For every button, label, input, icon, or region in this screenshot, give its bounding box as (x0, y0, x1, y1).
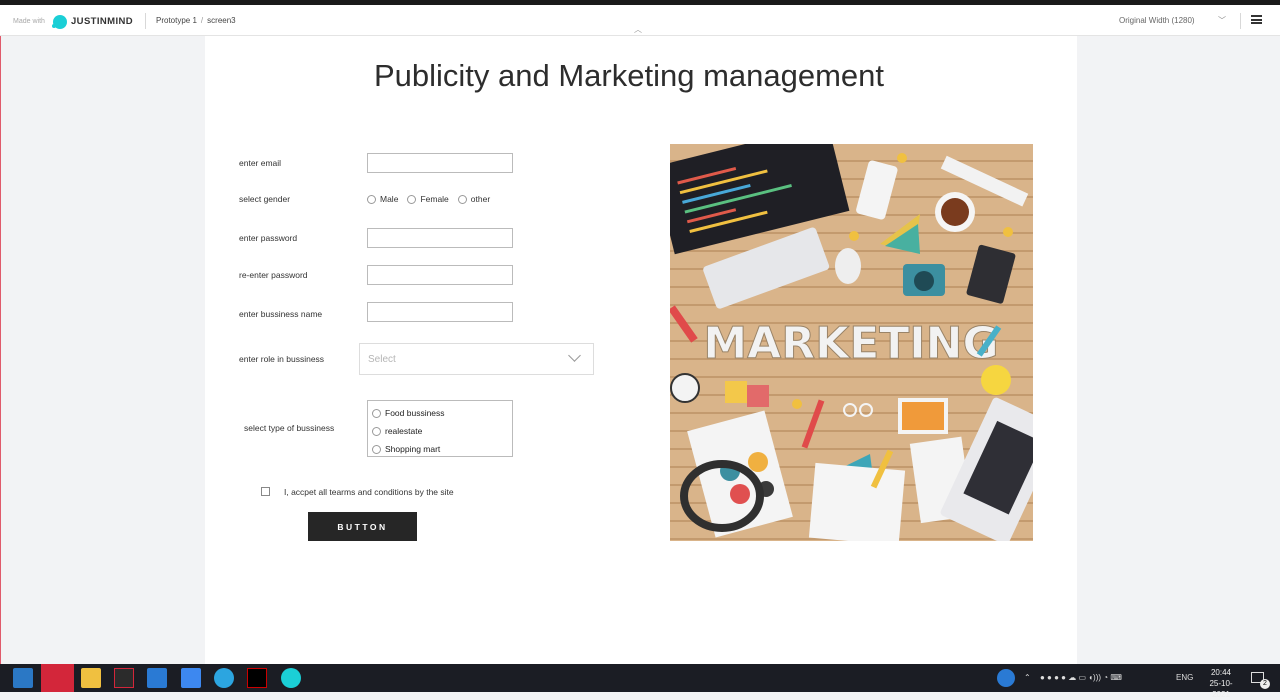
header-divider (1240, 13, 1241, 29)
window-edge (0, 36, 1, 664)
role-select-placeholder: Select (368, 354, 396, 365)
screen-canvas: Publicity and Marketing management enter… (205, 36, 1077, 664)
business-type-label: select type of bussiness (244, 423, 335, 433)
reenter-password-label: re-enter password (239, 270, 308, 280)
hamburger-menu-icon[interactable] (1251, 15, 1262, 24)
collapse-header-icon[interactable]: ︿ (634, 24, 642, 35)
business-name-input[interactable] (367, 302, 513, 322)
business-type-radio-list: Food bussiness realestate Shopping mart (367, 400, 513, 457)
business-type-option-label[interactable]: Shopping mart (385, 444, 440, 454)
clock-date: 25-10-2021 (1209, 679, 1233, 699)
justinmind-app-icon[interactable] (281, 668, 301, 688)
terms-label[interactable]: I, accpet all tearms and conditions by t… (284, 487, 454, 497)
reenter-password-input[interactable] (367, 265, 513, 285)
breadcrumb-screen[interactable]: screen3 (207, 16, 235, 25)
marketing-word: MARKETING (703, 318, 998, 369)
width-selector[interactable]: Original Width (1280) (1119, 16, 1195, 25)
breadcrumb-prototype[interactable]: Prototype 1 (156, 16, 197, 25)
netflix-icon[interactable] (247, 668, 267, 688)
brand-name[interactable]: JUSTINMIND (71, 16, 133, 27)
gender-label: select gender (239, 194, 291, 204)
system-clock[interactable]: 20:44 25-10-2021 (1201, 667, 1241, 700)
submit-button[interactable]: BUTTON (308, 512, 417, 541)
business-type-option[interactable]: Shopping mart (368, 440, 512, 458)
business-name-label: enter bussiness name (239, 309, 323, 319)
radio-icon[interactable] (372, 408, 381, 418)
gender-other-radio[interactable] (457, 194, 467, 204)
justinmind-logo-dot (52, 24, 56, 28)
business-type-option[interactable]: realestate (368, 422, 512, 440)
password-label: enter password (239, 233, 298, 243)
vivaldi-app-icon[interactable] (114, 668, 134, 688)
gender-male-radio[interactable] (367, 194, 376, 204)
email-label: enter email (239, 158, 282, 168)
marketing-image: MARKETING (670, 144, 1033, 541)
opera-app-icon[interactable] (41, 664, 74, 692)
gender-female-label[interactable]: Female (420, 194, 448, 204)
page-title: Publicity and Marketing management (373, 58, 885, 93)
breadcrumb-separator: / (200, 16, 204, 25)
breadcrumb: Prototype 1/screen3 (156, 16, 236, 25)
gender-radio-group: Male Female other (367, 194, 499, 204)
mail-app-icon[interactable] (13, 668, 33, 688)
email-input[interactable] (367, 153, 513, 173)
telegram-icon[interactable] (214, 668, 234, 688)
made-with-label: Made with (13, 18, 45, 25)
business-type-option[interactable]: Food bussiness (368, 404, 512, 422)
gender-female-radio[interactable] (407, 194, 417, 204)
gender-male-label[interactable]: Male (380, 194, 398, 204)
tray-icons[interactable]: ● ● ● ● ☁ ▭ ◖))) ◔ ⌨ (1040, 673, 1122, 682)
file-explorer-icon[interactable] (81, 668, 101, 688)
password-input[interactable] (367, 228, 513, 248)
clock-time: 20:44 (1210, 668, 1232, 677)
windows-taskbar: ⌃ ● ● ● ● ☁ ▭ ◖))) ◔ ⌨ ENG 20:44 25-10-2… (0, 664, 1280, 699)
header-divider (145, 13, 146, 29)
chevron-down-icon[interactable]: ﹀ (1218, 15, 1226, 26)
business-type-option-label[interactable]: realestate (385, 426, 422, 436)
notification-count-badge: 2 (1260, 679, 1270, 689)
role-select[interactable]: Select (359, 343, 594, 375)
radio-icon[interactable] (372, 444, 381, 454)
role-label: enter role in bussiness (239, 354, 325, 364)
radio-icon[interactable] (372, 426, 381, 436)
vscode-icon[interactable] (147, 668, 167, 688)
chevron-down-icon (568, 349, 581, 362)
prototype-header: Made with JUSTINMIND Prototype 1/screen3… (0, 5, 1280, 36)
gender-other-label[interactable]: other (471, 194, 490, 204)
business-type-option-label[interactable]: Food bussiness (385, 408, 445, 418)
terms-checkbox[interactable] (261, 487, 270, 496)
todo-app-icon[interactable] (181, 668, 201, 688)
language-indicator[interactable]: ENG (1176, 673, 1193, 682)
tray-chevron-up-icon[interactable]: ⌃ (1024, 673, 1031, 682)
help-icon[interactable] (997, 669, 1015, 687)
